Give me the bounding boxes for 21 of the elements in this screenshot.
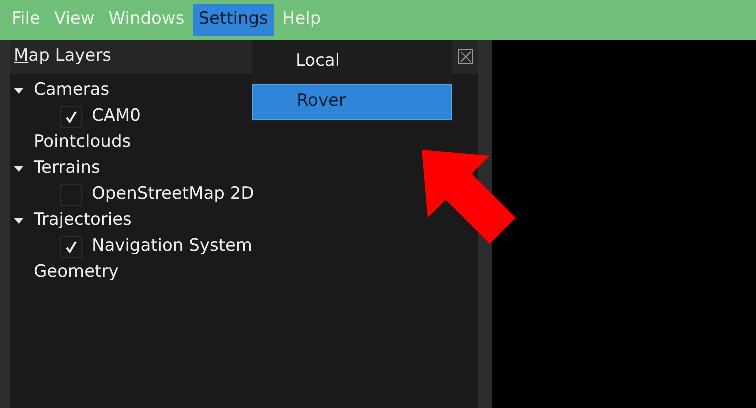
close-icon[interactable]: [458, 49, 474, 65]
layer-label[interactable]: Terrains: [34, 156, 100, 182]
dropdown-item[interactable]: Rover: [252, 84, 452, 120]
layer-label[interactable]: Pointclouds: [34, 130, 132, 156]
layer-label[interactable]: CAM0: [92, 104, 141, 130]
expand-triangle-icon[interactable]: [14, 216, 24, 226]
checkmark-icon: [66, 111, 76, 123]
layer-label[interactable]: Navigation System: [92, 234, 252, 260]
layer-label[interactable]: OpenStreetMap 2D: [92, 182, 254, 208]
expand-triangle-icon[interactable]: [14, 86, 24, 96]
layer-label[interactable]: Cameras: [34, 78, 110, 104]
layer-checkbox[interactable]: [60, 106, 82, 128]
menu-item[interactable]: Settings: [192, 4, 274, 36]
layer-label[interactable]: Trajectories: [34, 208, 132, 234]
checkmark-icon: [66, 241, 76, 253]
layer-label[interactable]: Geometry: [34, 260, 119, 286]
layer-checkbox[interactable]: [60, 236, 82, 258]
panel-title: Map Layers: [14, 45, 112, 68]
arrow-icon: [420, 148, 518, 246]
expand-triangle-icon[interactable]: [14, 164, 24, 174]
dropdown-item[interactable]: Local: [252, 44, 452, 80]
